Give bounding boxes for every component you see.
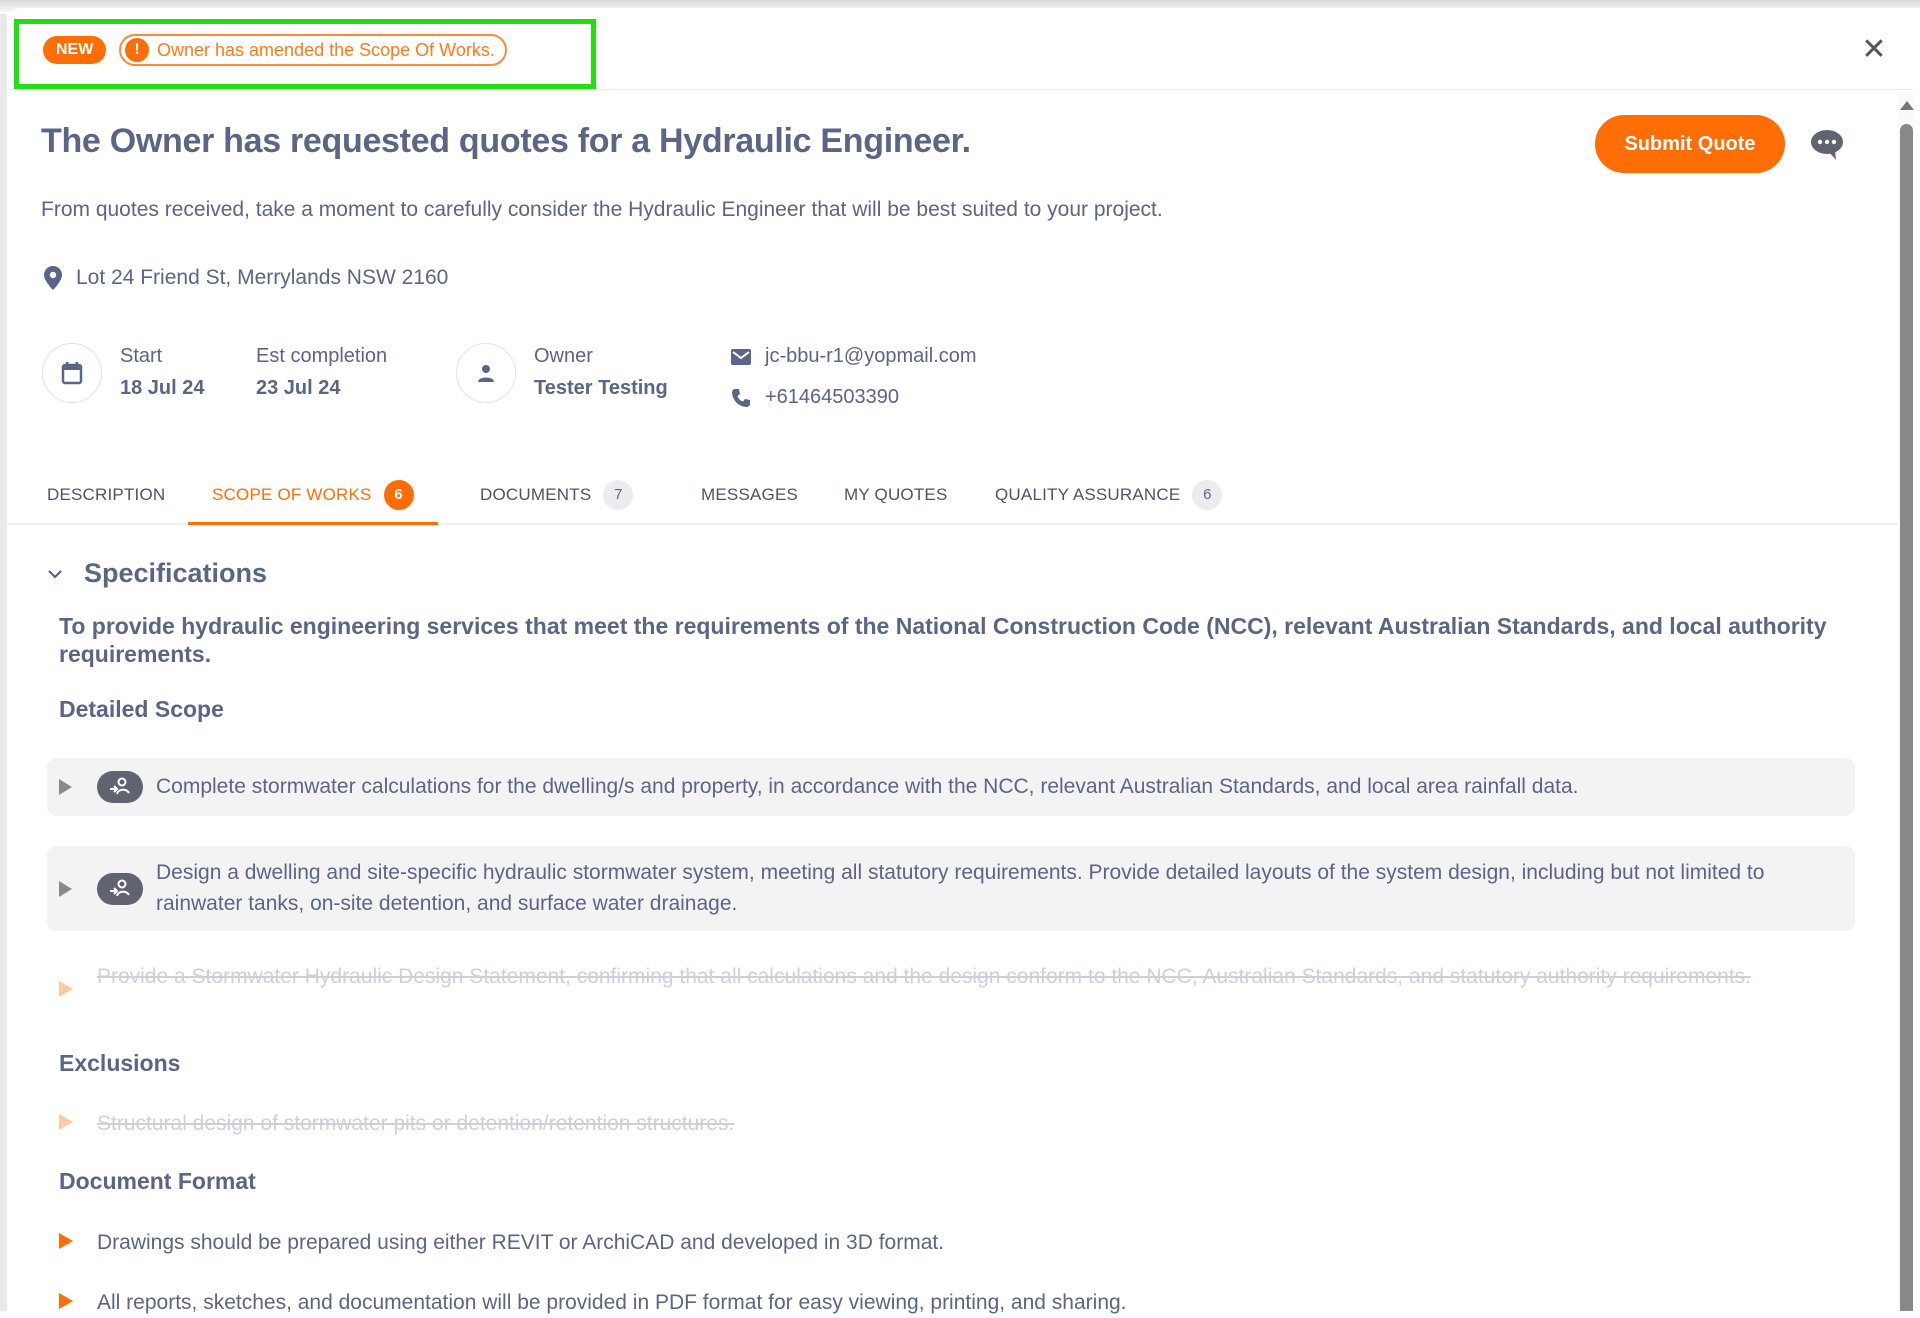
removed-scope-item: Provide a Stormwater Hydraulic Design St… [97, 965, 1751, 988]
tab-label: DOCUMENTS [480, 484, 592, 504]
exclamation-icon: ! [125, 38, 149, 62]
scope-item-text: Design a dwelling and site-specific hydr… [156, 861, 1765, 915]
tab-count-badge: 6 [1192, 479, 1223, 510]
tab-label: SCOPE OF WORKS [212, 484, 372, 504]
tab-quality-assurance[interactable]: QUALITY ASSURANCE 6 [995, 466, 1223, 523]
scope-item[interactable]: Design a dwelling and site-specific hydr… [47, 846, 1855, 931]
location-pin-icon [44, 266, 62, 290]
header-divider [7, 89, 1912, 90]
scope-item-text: Complete stormwater calculations for the… [156, 775, 1579, 798]
completion-label: Est completion [256, 345, 388, 367]
expand-triangle-icon[interactable] [59, 881, 72, 897]
chat-button[interactable] [1809, 128, 1845, 162]
new-badge: NEW [43, 36, 107, 64]
tab-label: DESCRIPTION [47, 484, 166, 504]
phone-text: +61464503390 [765, 386, 900, 408]
tab-count-badge: 6 [383, 479, 414, 510]
calendar-icon [61, 362, 83, 385]
tab-description[interactable]: DESCRIPTION [47, 466, 165, 523]
document-format-item: All reports, sketches, and documentation… [97, 1291, 1127, 1314]
assign-contractor-icon [97, 771, 143, 803]
tab-label: MY QUOTES [844, 484, 948, 504]
chat-bubble-icon [1811, 130, 1843, 160]
start-label: Start [120, 345, 163, 367]
scrollbar-thumb[interactable] [1900, 124, 1913, 1311]
owner-name: Tester Testing [534, 377, 668, 399]
tab-messages[interactable]: MESSAGES [701, 466, 798, 523]
scope-intro: To provide hydraulic engineering service… [59, 613, 1827, 667]
section-title: Specifications [84, 558, 268, 588]
specifications-toggle[interactable]: Specifications [48, 558, 267, 589]
chevron-down-icon [48, 569, 62, 579]
tab-label: MESSAGES [701, 484, 799, 504]
tab-count-badge: 7 [603, 479, 634, 510]
assign-contractor-icon [97, 873, 143, 905]
tab-label: QUALITY ASSURANCE [995, 484, 1181, 504]
document-format-item: Drawings should be prepared using either… [97, 1231, 945, 1254]
email-text: jc-bbu-r1@yopmail.com [765, 345, 977, 367]
project-location: Lot 24 Friend St, Merrylands NSW 2160 [44, 266, 448, 290]
document-format-heading: Document Format [59, 1168, 256, 1194]
backdrop-edge [0, 14, 7, 1311]
completion-date: 23 Jul 24 [256, 377, 341, 399]
detailed-scope-heading: Detailed Scope [59, 696, 224, 722]
notice-text: Owner has amended the Scope Of Works. [157, 39, 495, 60]
phone-icon [732, 388, 750, 407]
exclusions-heading: Exclusions [59, 1050, 181, 1076]
person-icon [478, 365, 494, 382]
tab-scope-of-works[interactable]: SCOPE OF WORKS 6 [188, 466, 438, 525]
close-button[interactable]: ✕ [1860, 33, 1888, 66]
bullet-triangle-icon [59, 1114, 73, 1130]
owner-icon-circle [456, 343, 516, 403]
expand-triangle-icon[interactable] [59, 779, 72, 795]
scope-item[interactable]: Complete stormwater calculations for the… [47, 758, 1855, 816]
start-date: 18 Jul 24 [120, 377, 205, 399]
owner-phone[interactable]: +61464503390 [731, 386, 899, 409]
removed-exclusion-item: Structural design of stormwater pits or … [97, 1112, 735, 1135]
owner-label: Owner [534, 345, 593, 367]
tab-documents[interactable]: DOCUMENTS 7 [480, 466, 634, 523]
tab-bar: DESCRIPTION SCOPE OF WORKS 6 DOCUMENTS 7… [7, 466, 1902, 525]
bullet-triangle-icon [59, 981, 73, 997]
location-text: Lot 24 Friend St, Merrylands NSW 2160 [76, 266, 449, 289]
page-subtitle: From quotes received, take a moment to c… [41, 198, 1163, 221]
bullet-triangle-icon [59, 1233, 73, 1249]
scope-amended-notice[interactable]: ! Owner has amended the Scope Of Works. [119, 34, 507, 66]
page-title: The Owner has requested quotes for a Hyd… [41, 122, 971, 160]
owner-email[interactable]: jc-bbu-r1@yopmail.com [731, 345, 976, 368]
bullet-triangle-icon [59, 1293, 73, 1309]
calendar-icon-circle [42, 343, 102, 403]
email-icon [731, 348, 751, 365]
submit-quote-button[interactable]: Submit Quote [1595, 115, 1785, 173]
close-icon: ✕ [1861, 33, 1887, 66]
tab-my-quotes[interactable]: MY QUOTES [844, 466, 948, 523]
scroll-up-arrow-icon[interactable] [1900, 101, 1914, 110]
